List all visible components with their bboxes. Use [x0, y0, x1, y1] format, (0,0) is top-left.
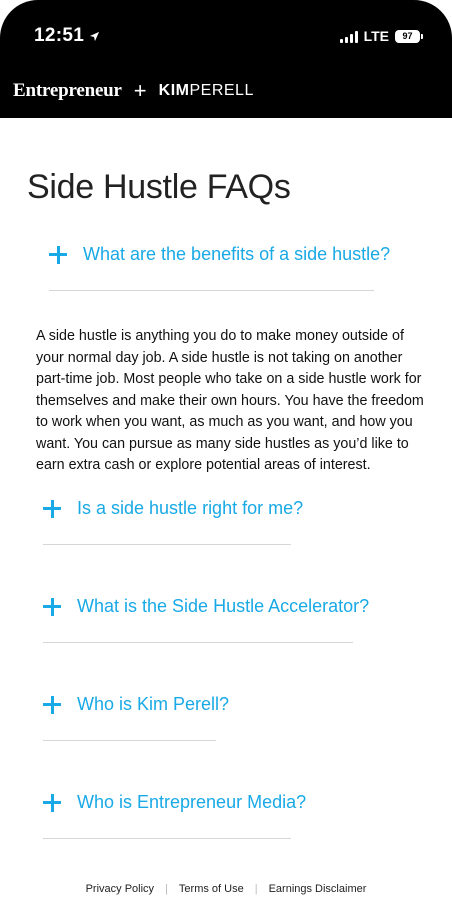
- phone-screen: 12:51 LTE 97 Entrepreneur + KIMPERELL Si…: [0, 0, 452, 920]
- brand-plus: +: [133, 78, 147, 103]
- status-bar-right: LTE 97: [339, 28, 423, 44]
- plus-icon: [43, 695, 61, 714]
- page-title: Side Hustle FAQs: [27, 168, 291, 206]
- faq-item-entrepreneur-media[interactable]: Who is Entrepreneur Media?: [43, 792, 306, 813]
- battery-icon: 97: [395, 29, 423, 43]
- faq-answer: A side hustle is anything you do to make…: [36, 328, 424, 473]
- divider: [43, 544, 291, 545]
- earnings-disclaimer-link[interactable]: Earnings Disclaimer: [269, 883, 367, 895]
- privacy-policy-link[interactable]: Privacy Policy: [86, 883, 154, 895]
- divider: [43, 740, 216, 741]
- faq-question: Is a side hustle right for me?: [77, 498, 304, 518]
- plus-icon: [43, 793, 61, 812]
- faq-item-kim-perell[interactable]: Who is Kim Perell?: [43, 694, 229, 715]
- brand-logo[interactable]: Entrepreneur + KIMPERELL: [13, 80, 254, 102]
- entrepreneur-logo: Entrepreneur: [13, 80, 122, 101]
- divider: [43, 642, 353, 643]
- plus-icon: [43, 499, 61, 518]
- footer-separator: |: [165, 883, 168, 895]
- network-type: LTE: [363, 28, 389, 44]
- divider: [49, 290, 374, 291]
- plus-icon: [43, 597, 61, 616]
- faq-item-right-for-me[interactable]: Is a side hustle right for me?: [43, 498, 303, 519]
- faq-question: Who is Kim Perell?: [77, 694, 230, 714]
- time-text: 12:51: [34, 25, 85, 46]
- status-bar-time: 12:51: [34, 25, 100, 47]
- terms-of-use-link[interactable]: Terms of Use: [179, 883, 244, 895]
- footer-separator: |: [254, 883, 258, 895]
- faq-item-accelerator[interactable]: What is the Side Hustle Accelerator?: [43, 596, 369, 617]
- kim-perell-logo: KIMPERELL: [158, 82, 254, 99]
- plus-icon: [49, 245, 67, 264]
- header: 12:51 LTE 97 Entrepreneur + KIMPERELL: [0, 0, 452, 118]
- faq-question: What are the benefits of a side hustle?: [83, 244, 391, 264]
- cellular-signal-icon: [339, 30, 358, 43]
- faq-question: Who is Entrepreneur Media?: [77, 792, 307, 812]
- footer: Privacy Policy | Terms of Use | Earnings…: [0, 883, 452, 895]
- faq-question: What is the Side Hustle Accelerator?: [77, 596, 370, 616]
- location-arrow-icon: [90, 31, 100, 41]
- battery-level: 97: [402, 31, 413, 41]
- divider: [43, 838, 291, 839]
- faq-item-benefits[interactable]: What are the benefits of a side hustle?: [49, 244, 390, 265]
